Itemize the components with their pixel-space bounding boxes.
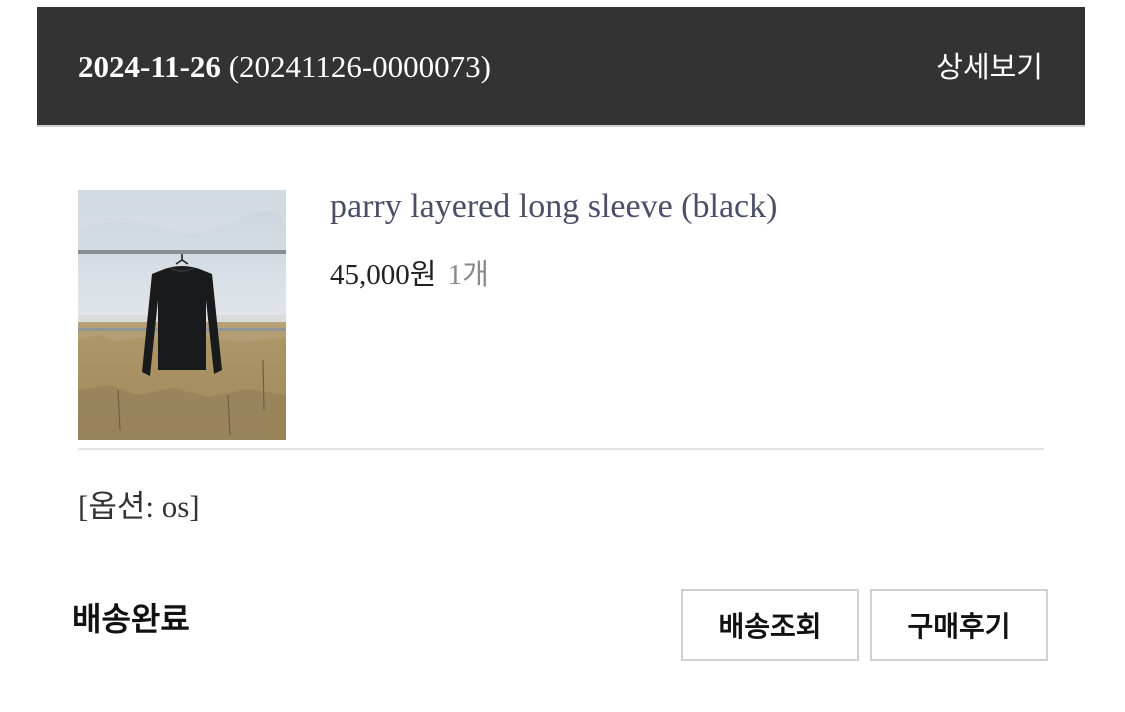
- product-quantity: 1개: [447, 259, 489, 291]
- product-option: [옵션: os]: [78, 489, 200, 524]
- product-image[interactable]: [78, 190, 286, 440]
- track-delivery-button[interactable]: 배송조회: [681, 589, 859, 661]
- order-detail-link[interactable]: 상세보기: [936, 49, 1043, 85]
- price-line: 45,000원 1개: [330, 257, 489, 293]
- order-header: 2024-11-26 (20241126-0000073) 상세보기: [37, 7, 1085, 127]
- order-number: (20241126-0000073): [228, 49, 492, 84]
- write-review-button[interactable]: 구매후기: [870, 589, 1048, 661]
- divider: [78, 448, 1044, 450]
- order-date: 2024-11-26: [78, 49, 221, 84]
- product-photo: [78, 190, 286, 440]
- order-date-line: 2024-11-26 (20241126-0000073): [78, 49, 491, 85]
- product-name[interactable]: parry layered long sleeve (black): [330, 186, 777, 228]
- delivery-status: 배송완료: [72, 600, 190, 638]
- product-price: 45,000원: [330, 259, 437, 291]
